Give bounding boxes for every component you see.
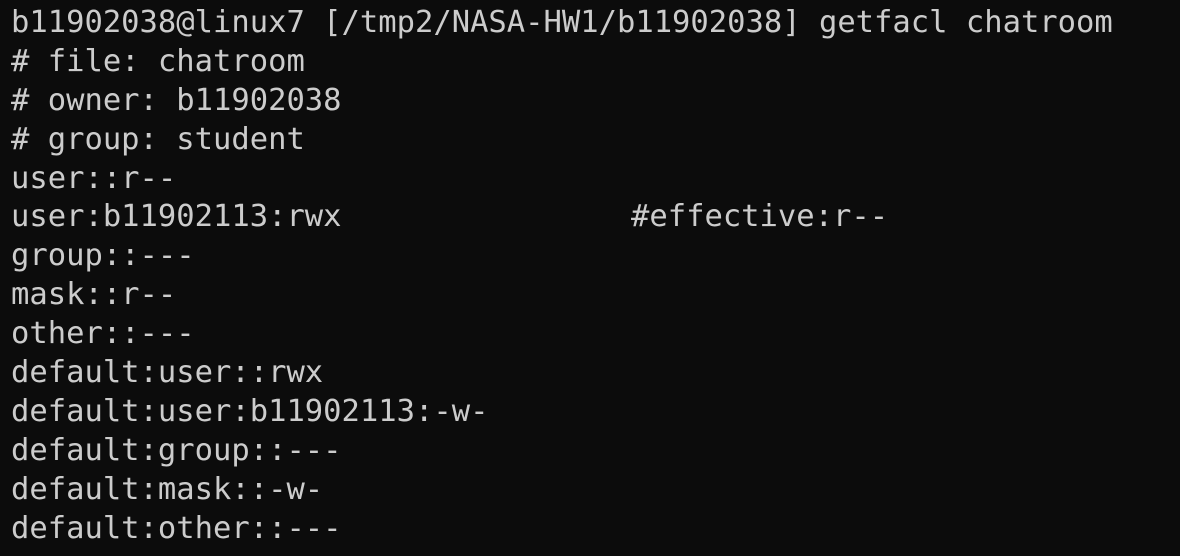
acl-entry-default-user: default:user::rwx <box>11 355 324 391</box>
terminal-window[interactable]: b11902038@linux7 [/tmp2/NASA-HW1/b119020… <box>0 0 1180 556</box>
output-group-line: # group: student <box>11 121 305 157</box>
acl-entry-default-mask: default:mask::-w- <box>11 471 324 507</box>
acl-entry-default-named-user: default:user:b11902113:-w- <box>11 393 489 429</box>
acl-entry-mask: mask::r-- <box>11 277 177 313</box>
acl-entry-user: user::r-- <box>11 160 177 196</box>
effective-permission-note: #effective:r-- <box>631 199 889 235</box>
acl-entry-named-user: user:b11902113:rwx #effective:r-- <box>11 198 1180 237</box>
acl-entry-default-group: default:group::--- <box>11 432 342 468</box>
command-line: b11902038@linux7 [/tmp2/NASA-HW1/b119020… <box>11 4 1180 43</box>
acl-entry-named-user-text: user:b11902113:rwx <box>11 199 342 235</box>
output-file-line: # file: chatroom <box>11 43 305 79</box>
acl-entry-other: other::--- <box>11 316 195 352</box>
acl-entry-group: group::--- <box>11 238 195 274</box>
output-owner-line: # owner: b11902038 <box>11 82 342 118</box>
acl-entry-default-other: default:other::--- <box>11 510 342 546</box>
shell-prompt: b11902038@linux7 [/tmp2/NASA-HW1/b119020… <box>11 5 819 40</box>
command-text: getfacl chatroom <box>818 5 1113 40</box>
